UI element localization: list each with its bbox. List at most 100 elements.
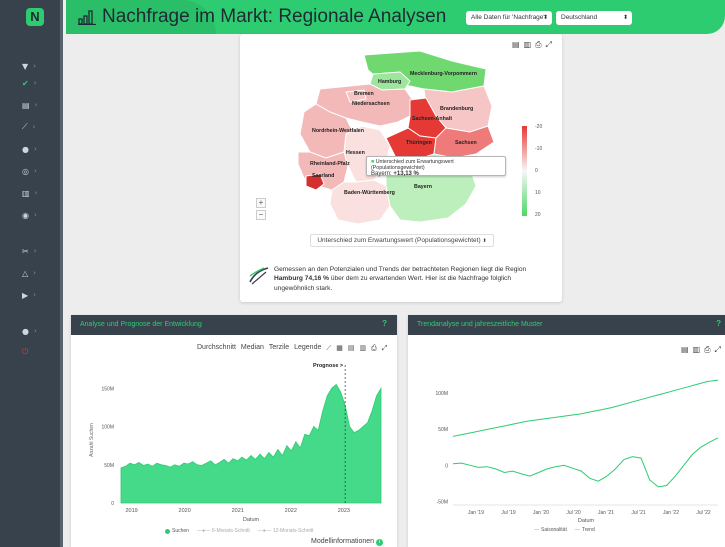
sidebar-item-target[interactable]: ◎ › (22, 163, 54, 179)
sidebar-item-location[interactable]: ● › (22, 141, 54, 157)
trend-chart: 100M 50M 0 -50M Jan '19 Jul '19 Jan '20 Jul '20… (435, 379, 719, 524)
x-tick-label: Jul '21 (631, 510, 646, 516)
tooltip-title: Unterschied zum Erwartungswert (Populati… (371, 159, 454, 171)
file-icon[interactable]: ▤ (348, 344, 355, 353)
chart-legend: Suchen —●— 6-Monats-Schnitt —●— 12-Monats-… (165, 528, 313, 534)
label-sachsen-anhalt: Sachsen-Anhalt (412, 116, 452, 122)
series-line-saisonalitat (452, 437, 719, 488)
y-tick-label: 100M (435, 391, 448, 397)
label-mv: Mecklenburg-Vorpommern (410, 71, 477, 77)
file-pdf-icon[interactable]: ▥ (360, 344, 367, 353)
sidebar-item-triangle[interactable]: △ › (22, 265, 54, 281)
sidebar-item-barcode[interactable]: ▥ › (22, 185, 54, 201)
legend-tick-label: -10 (535, 146, 542, 152)
y-tick-label: 150M (101, 386, 114, 392)
model-info-link[interactable]: Modellinformationen i (311, 538, 383, 546)
table-icon[interactable]: ▦ (336, 344, 343, 353)
power-icon: ⏻ (22, 347, 29, 356)
summary-before: Gemessen an den Potenzialen und Trends d… (274, 266, 527, 273)
legend-tick-label: 10 (535, 190, 541, 196)
label-rlp: Rheinland-Pfalz (310, 161, 350, 167)
app-logo[interactable]: N (26, 8, 44, 26)
summary-value: 74,16 % (304, 275, 329, 283)
line-chart-icon[interactable]: ⟋ (326, 344, 331, 353)
select-caret-icon: ⬍ (542, 14, 548, 21)
label-hamburg: Hamburg (378, 79, 401, 85)
legend-swatch: —●— (196, 528, 210, 534)
sidebar-item-power[interactable]: ⏻ (22, 344, 54, 360)
menu-legend[interactable]: Legende (294, 344, 321, 353)
tools-icon: ✂ (22, 246, 29, 256)
help-button[interactable]: ? (716, 319, 721, 328)
legend-item[interactable]: Saisonalität (541, 527, 567, 533)
menu-median[interactable]: Median (241, 344, 264, 353)
model-info-label: Modellinformationen (311, 538, 375, 545)
expand-icon[interactable]: ⤢ (715, 345, 721, 355)
chart-icon: ⟋ (22, 122, 28, 131)
file-icon[interactable]: ▤ (681, 345, 689, 355)
location-icon: ● (22, 144, 29, 154)
sidebar-divider (60, 0, 63, 547)
sidebar-item-user[interactable]: ● › (22, 323, 54, 339)
select-caret-icon: ⬍ (482, 238, 487, 244)
trend-toolbar: ▤ ▥ ⎙ ⤢ (681, 345, 721, 355)
filter-icon: ▼ (22, 61, 29, 71)
chevron-right-icon: › (33, 327, 37, 335)
sidebar-item-check[interactable]: ✔ › (22, 75, 54, 91)
x-tick-label: Jan '20 (533, 510, 549, 516)
y-tick-label: -50M (437, 499, 448, 505)
zoom-in-button[interactable]: + (256, 198, 266, 208)
file-pdf-icon[interactable]: ▥ (693, 345, 701, 355)
panel-header: Trendanalyse und jahreszeitliche Muster … (408, 315, 725, 335)
x-tick-label: 2022 (285, 508, 297, 514)
chevron-right-icon: › (34, 101, 38, 109)
chart-menu: Durchschnitt Median Terzile Legende ⟋ ▦ … (197, 344, 387, 353)
germany-map: Hamburg Mecklenburg-Vorpommern Bremen Ni… (297, 50, 542, 225)
legend-swatch: —●— (257, 528, 271, 534)
help-button[interactable]: ? (382, 319, 387, 328)
region-select[interactable]: Deutschland ⬍ (556, 11, 632, 25)
y-tick-label: 50M (104, 463, 114, 469)
sidebar-item-calculator[interactable]: ▤ › (22, 97, 54, 113)
print-icon[interactable]: ⎙ (704, 345, 710, 355)
sidebar-item-play[interactable]: ▶ › (22, 287, 54, 303)
expand-icon[interactable]: ⤢ (382, 344, 388, 353)
legend-item[interactable]: 12-Monats-Schnitt (273, 528, 314, 534)
region-bw[interactable] (329, 179, 391, 225)
label-hessen: Hessen (346, 150, 365, 156)
map-tooltip: ■ Unterschied zum Erwartungswert (Popula… (366, 156, 506, 177)
label-nrw: Nordrhein-Westfalen (312, 128, 364, 134)
summary-text: Gemessen an den Potenzialen und Trends d… (274, 265, 544, 293)
summary-region: Hamburg (274, 275, 303, 283)
legend-item[interactable]: Suchen (172, 528, 189, 534)
series-line-trend (452, 379, 719, 437)
chevron-right-icon: › (33, 167, 37, 175)
sidebar-item-filter[interactable]: ▼ › (22, 58, 54, 74)
legend-item[interactable]: Trend (582, 527, 595, 533)
x-axis-label: Datum (578, 518, 595, 524)
x-tick-label: Jul '22 (696, 510, 711, 516)
forecast-panel: Analyse und Prognose der Entwicklung ? D… (71, 315, 397, 547)
panel-header: Analyse und Prognose der Entwicklung ? (71, 315, 397, 335)
chevron-right-icon: › (34, 189, 38, 197)
y-tick-label: 100M (101, 425, 114, 431)
data-select[interactable]: Alle Daten für 'Nachfrage' ⬍ (466, 11, 552, 25)
sidebar-item-eye[interactable]: ◉ › (22, 207, 54, 223)
label-brandenburg: Brandenburg (440, 106, 473, 112)
trend-panel: Trendanalyse und jahreszeitliche Muster … (408, 315, 725, 547)
metric-select[interactable]: Unterschied zum Erwartungswert (Populati… (310, 234, 494, 247)
panel-title: Analyse und Prognose der Entwicklung (80, 321, 202, 328)
zoom-out-button[interactable]: − (256, 210, 266, 220)
y-axis-label: Anzahl Suchen (89, 423, 95, 457)
print-icon[interactable]: ⎙ (371, 344, 377, 353)
check-icon: ✔ (22, 78, 29, 88)
color-scale (522, 126, 527, 216)
x-tick-label: Jan '21 (598, 510, 614, 516)
select-caret-icon: ⬍ (622, 14, 628, 21)
menu-average[interactable]: Durchschnitt (197, 344, 236, 353)
sidebar-item-chart[interactable]: ⟋ › (22, 119, 54, 135)
legend-item[interactable]: 6-Monats-Schnitt (212, 528, 250, 534)
menu-terciles[interactable]: Terzile (269, 344, 289, 353)
sidebar-item-tools[interactable]: ✂ › (22, 243, 54, 259)
info-icon: i (376, 539, 383, 546)
